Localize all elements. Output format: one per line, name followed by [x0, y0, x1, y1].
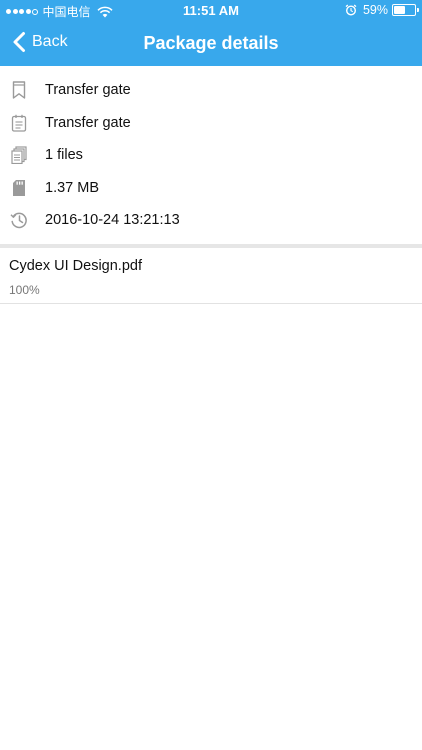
detail-text: 1 files: [45, 147, 83, 164]
sd-card-icon: [10, 179, 28, 197]
detail-row-package-name: Transfer gate: [0, 74, 422, 107]
app-screen: 中国电信 11:51 AM 59% Back Package details T…: [0, 0, 422, 750]
battery-percent: 59%: [362, 3, 388, 17]
battery-tip: [417, 8, 419, 12]
note-icon: [10, 114, 28, 132]
page-title: Package details: [143, 33, 279, 53]
detail-text: Transfer gate: [45, 114, 131, 131]
alarm-icon: [345, 4, 357, 16]
detail-text: Transfer gate: [45, 82, 131, 99]
history-icon: [10, 211, 28, 229]
detail-text: 2016-10-24 13:21:13: [45, 212, 180, 229]
detail-row-size: 1.37 MB: [0, 172, 422, 205]
detail-row-date: 2016-10-24 13:21:13: [0, 204, 422, 237]
file-list-item[interactable]: Cydex UI Design.pdf 100%: [0, 248, 422, 304]
bookmark-icon: [10, 81, 28, 99]
battery-fill: [394, 6, 405, 14]
top-bar: 中国电信 11:51 AM 59% Back Package details: [0, 0, 422, 66]
file-list: Cydex UI Design.pdf 100%: [0, 248, 422, 304]
package-details-list: Transfer gate Transfer gate 1 files 1.37…: [0, 66, 422, 237]
files-icon: [10, 146, 28, 165]
detail-text: 1.37 MB: [45, 179, 99, 196]
file-name: Cydex UI Design.pdf: [9, 257, 142, 274]
status-bar: 中国电信 11:51 AM 59%: [0, 0, 422, 22]
detail-row-note: Transfer gate: [0, 107, 422, 140]
battery-icon: [392, 4, 419, 16]
detail-row-file-count: 1 files: [0, 139, 422, 172]
nav-bar: Back Package details: [0, 22, 422, 66]
file-progress: 100%: [9, 282, 40, 297]
status-right: 59%: [345, 3, 419, 17]
